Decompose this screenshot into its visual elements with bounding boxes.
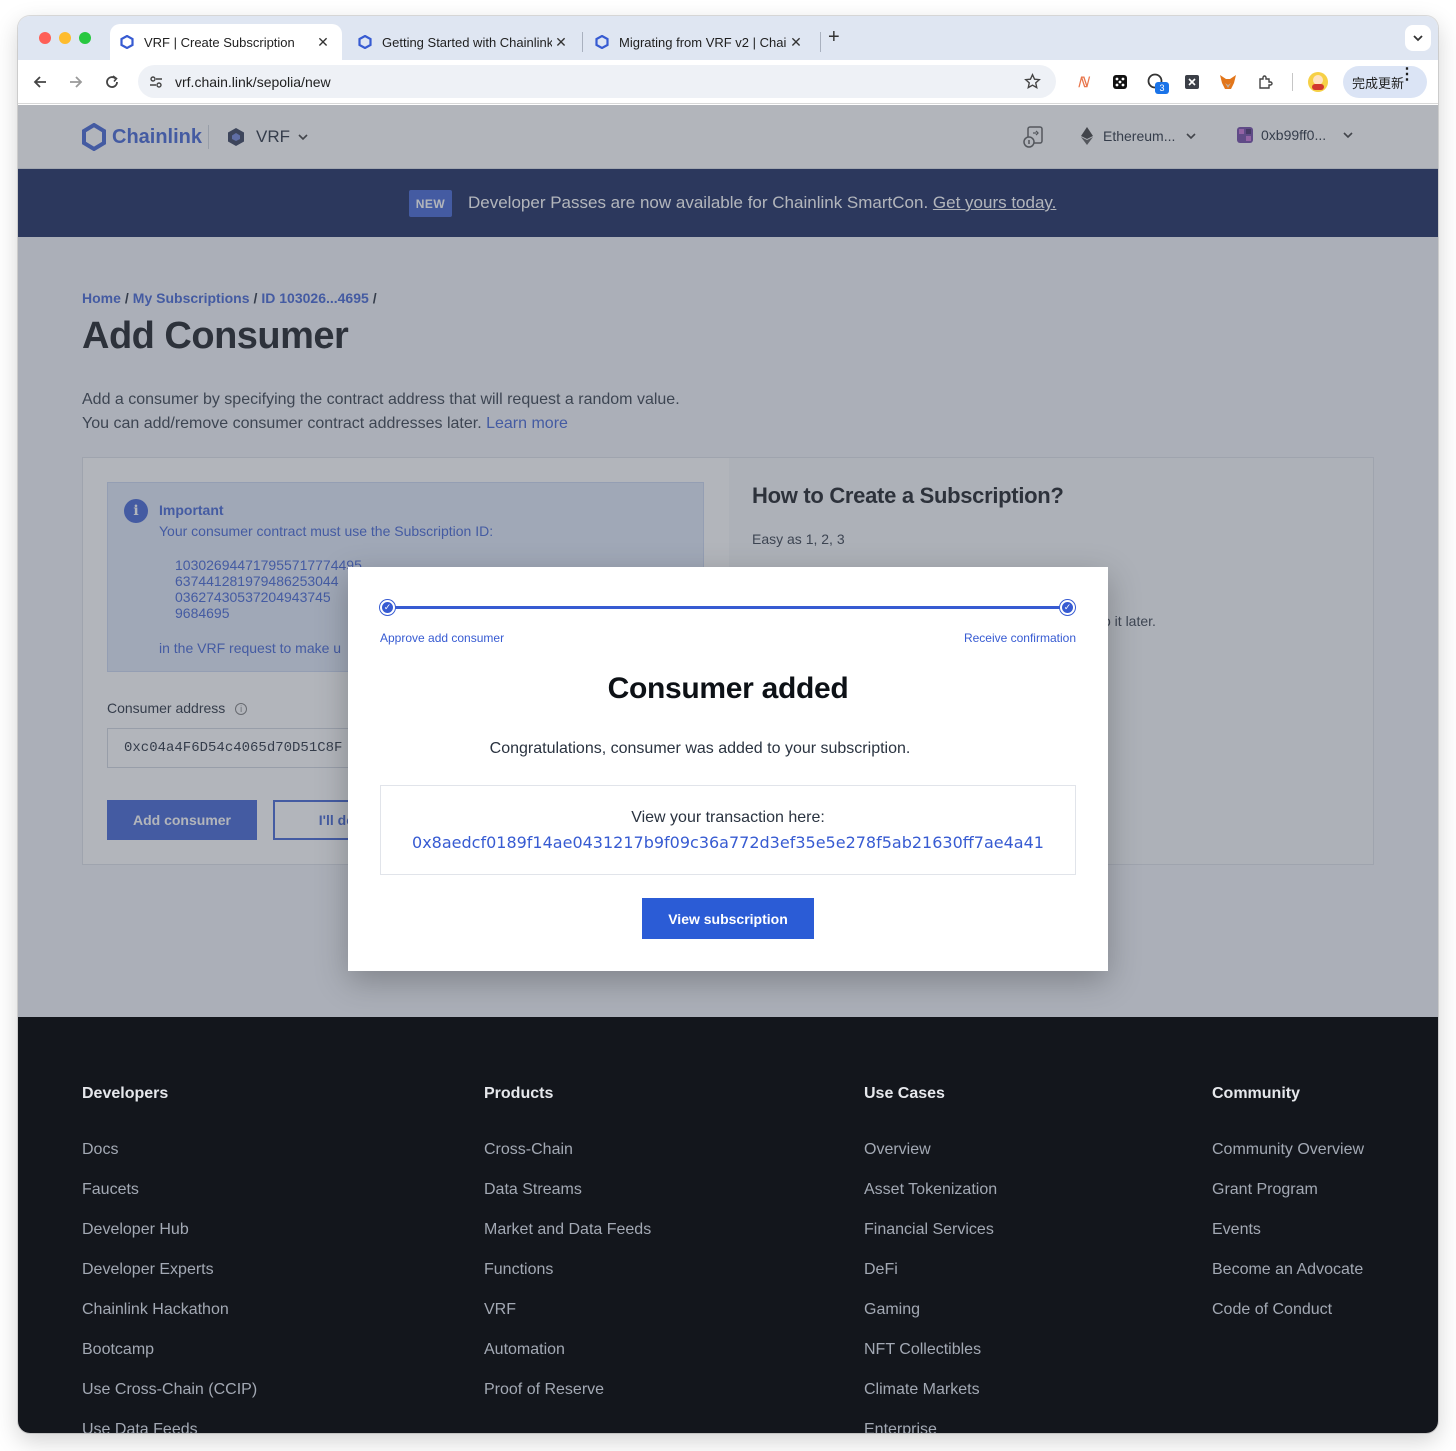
footer-link[interactable]: NFT Collectibles (864, 1341, 981, 1359)
zoom-window-button[interactable] (79, 32, 91, 44)
footer-link[interactable]: DeFi (864, 1261, 898, 1279)
footer-link[interactable]: Automation (484, 1341, 565, 1359)
footer-link[interactable]: Market and Data Feeds (484, 1221, 651, 1239)
footer-link[interactable]: Code of Conduct (1212, 1301, 1332, 1319)
footer-link[interactable]: Financial Services (864, 1221, 994, 1239)
footer-link[interactable]: Community Overview (1212, 1141, 1364, 1159)
tab-strip: VRF | Create Subscription ✕ Getting Star… (18, 16, 1438, 60)
transaction-hash-link[interactable]: 0x8aedcf0189f14ae0431217b9f09c36a772d3ef… (381, 833, 1075, 852)
update-label: 完成更新 (1352, 75, 1405, 91)
footer-link[interactable]: Data Streams (484, 1181, 582, 1199)
tab-divider (820, 32, 821, 52)
reload-button[interactable] (101, 71, 123, 93)
footer-heading: Use Cases (864, 1085, 945, 1102)
footer-link[interactable]: Docs (82, 1141, 118, 1159)
footer-heading: Products (484, 1085, 554, 1102)
footer-link[interactable]: Become an Advocate (1212, 1261, 1363, 1279)
extension-badge: 3 (1155, 82, 1169, 94)
tab-getting-started[interactable]: Getting Started with Chainlink ✕ (348, 24, 580, 60)
arrow-right-icon (70, 76, 83, 88)
browser-toolbar: vrf.chain.link/sepolia/new ℕ 3 完成更新 ⋮ (18, 60, 1438, 104)
modal-title: Consumer added (607, 672, 849, 705)
progress-line (388, 606, 1068, 609)
step-2-label: Receive confirmation (963, 631, 1076, 645)
footer-link[interactable]: Enterprise (864, 1421, 937, 1433)
profile-avatar[interactable] (1307, 71, 1329, 93)
tab-title: VRF | Create Subscription (144, 34, 295, 50)
footer-link[interactable]: VRF (484, 1301, 516, 1319)
footer-link[interactable]: Use Cross-Chain (CCIP) (82, 1381, 257, 1399)
site-settings-icon[interactable] (148, 74, 164, 90)
bookmark-star-icon[interactable] (1024, 73, 1041, 90)
footer-heading: Community (1212, 1085, 1300, 1102)
extension-n-icon[interactable]: ℕ (1073, 72, 1093, 92)
metamask-fox-icon[interactable] (1218, 72, 1238, 92)
extension-dice-icon[interactable] (1110, 72, 1130, 92)
tab-title: Getting Started with Chainlink (382, 34, 552, 50)
chevron-down-icon (1413, 35, 1423, 42)
step-2-check-icon: ✓ (1060, 600, 1075, 615)
view-subscription-button[interactable]: View subscription (642, 898, 814, 939)
page-viewport: Chainlink VRF Ethereum... 0xb99ff0... NE… (18, 105, 1438, 1433)
extension-chat-icon[interactable]: 3 (1146, 72, 1169, 94)
transaction-label: View your transaction here: (631, 809, 825, 826)
extension-x-icon[interactable] (1182, 72, 1202, 92)
close-window-button[interactable] (39, 32, 51, 44)
arrow-left-icon (33, 76, 46, 88)
extensions-puzzle-icon[interactable] (1255, 72, 1275, 92)
footer-link[interactable]: Functions (484, 1261, 553, 1279)
toolbar-divider (1292, 73, 1293, 91)
tab-migrating-vrf[interactable]: Migrating from VRF v2 | Chain ✕ (585, 24, 815, 60)
chainlink-favicon-icon (595, 35, 609, 49)
browser-window: VRF | Create Subscription ✕ Getting Star… (18, 16, 1438, 1433)
footer-link[interactable]: Chainlink Hackathon (82, 1301, 229, 1319)
url-text: vrf.chain.link/sepolia/new (175, 74, 331, 90)
footer-link[interactable]: Gaming (864, 1301, 920, 1319)
tab-divider (582, 32, 583, 52)
tab-title: Migrating from VRF v2 | Chain (619, 34, 787, 50)
transaction-box: View your transaction here: 0x8aedcf0189… (380, 785, 1076, 875)
reload-icon (106, 75, 118, 88)
close-tab-icon[interactable]: ✕ (314, 34, 332, 51)
footer-link[interactable]: Use Data Feeds (82, 1421, 198, 1433)
footer-link[interactable]: Faucets (82, 1181, 139, 1199)
consumer-added-modal: ✓ ✓ Approve add consumer Receive confirm… (348, 567, 1108, 971)
site-footer: Developers Docs Faucets Developer Hub De… (18, 1017, 1438, 1433)
back-button[interactable] (29, 71, 51, 93)
footer-link[interactable]: Cross-Chain (484, 1141, 573, 1159)
more-menu-icon: ⋮ (1399, 66, 1415, 83)
footer-link[interactable]: Overview (864, 1141, 931, 1159)
step-1-label: Approve add consumer (380, 631, 505, 645)
footer-link[interactable]: Asset Tokenization (864, 1181, 997, 1199)
footer-link[interactable]: Developer Hub (82, 1221, 189, 1239)
footer-link[interactable]: Proof of Reserve (484, 1381, 604, 1399)
footer-link[interactable]: Events (1212, 1221, 1261, 1239)
browser-update-button[interactable]: 完成更新 ⋮ (1343, 66, 1427, 98)
close-tab-icon[interactable]: ✕ (787, 34, 805, 51)
chainlink-favicon-icon (358, 35, 372, 49)
forward-button[interactable] (65, 71, 87, 93)
close-tab-icon[interactable]: ✕ (552, 34, 570, 51)
step-1-check-icon: ✓ (380, 600, 395, 615)
footer-link[interactable]: Developer Experts (82, 1261, 214, 1279)
footer-link[interactable]: Grant Program (1212, 1181, 1318, 1199)
tab-search-button[interactable] (1405, 25, 1431, 51)
chainlink-favicon-icon (120, 35, 134, 49)
footer-link[interactable]: Climate Markets (864, 1381, 980, 1399)
address-bar[interactable]: vrf.chain.link/sepolia/new (138, 65, 1056, 98)
modal-message: Congratulations, consumer was added to y… (489, 740, 911, 757)
new-tab-button[interactable]: + (828, 26, 840, 49)
tab-vrf-create-subscription[interactable]: VRF | Create Subscription ✕ (110, 24, 342, 60)
footer-link[interactable]: Bootcamp (82, 1341, 154, 1359)
footer-heading: Developers (82, 1085, 169, 1102)
minimize-window-button[interactable] (59, 32, 71, 44)
